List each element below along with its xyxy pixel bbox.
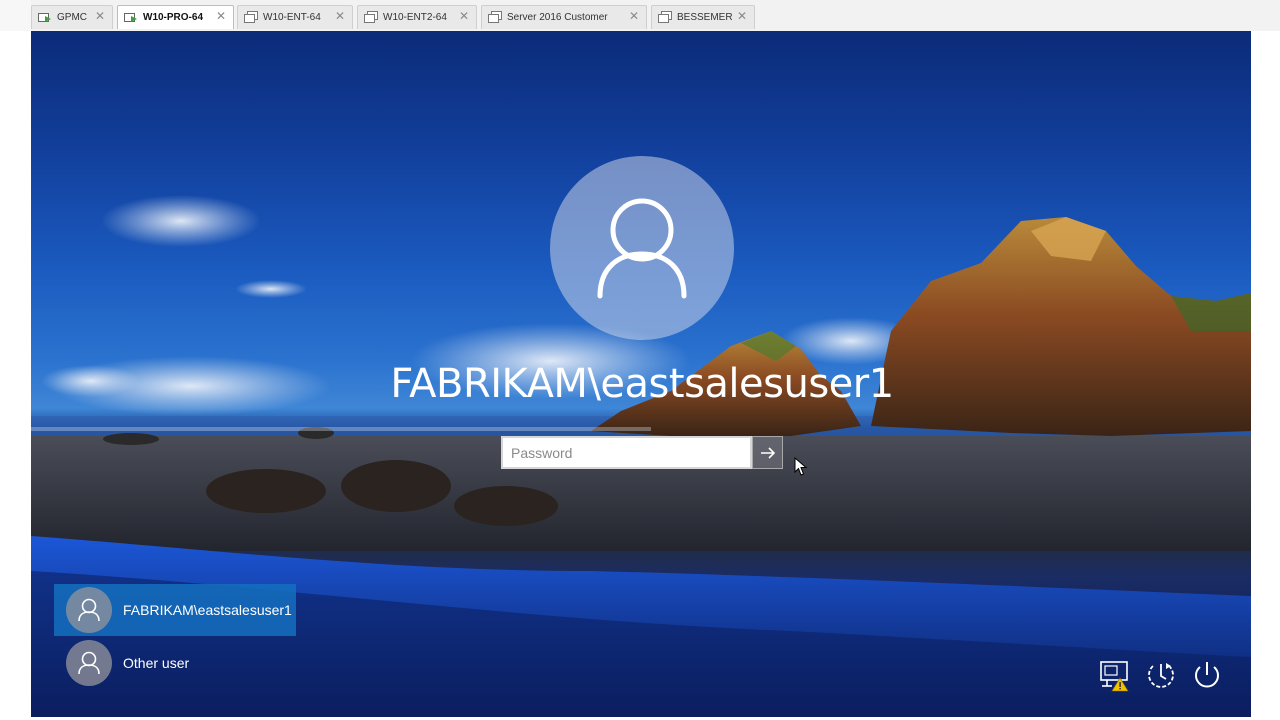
user-list-label: Other user — [123, 655, 190, 671]
vm-running-icon — [124, 13, 137, 22]
vm-running-icon — [38, 13, 51, 22]
power-icon — [1195, 662, 1219, 688]
page-left-margin — [0, 31, 31, 720]
submit-button[interactable] — [752, 436, 783, 469]
tab-label: BESSEMER — [677, 12, 733, 23]
tab-server-2016-customer[interactable]: Server 2016 Customer ✕ — [481, 5, 647, 29]
close-icon[interactable]: ✕ — [215, 10, 227, 22]
page-right-margin — [1251, 31, 1280, 720]
close-icon[interactable]: ✕ — [628, 10, 640, 22]
tab-bar-left-strip — [0, 0, 31, 31]
tab-w10-pro-64[interactable]: W10-PRO-64 ✕ — [117, 5, 234, 29]
mouse-cursor-icon — [794, 457, 808, 476]
windows-sign-in-screen: FABRIKAM\eastsalesuser1 FABRIKAM\eastsal… — [31, 31, 1251, 717]
vm-icon — [488, 11, 502, 23]
person-icon — [78, 598, 100, 622]
network-warning-icon — [1100, 661, 1129, 692]
close-icon[interactable]: ✕ — [736, 10, 748, 22]
signed-in-user-name: FABRIKAM\eastsalesuser1 — [390, 361, 894, 407]
tab-w10-ent2-64[interactable]: W10-ENT2-64 ✕ — [357, 5, 477, 29]
close-icon[interactable]: ✕ — [334, 10, 346, 22]
tab-w10-ent-64[interactable]: W10-ENT-64 ✕ — [237, 5, 353, 29]
ease-of-access-button[interactable] — [1144, 658, 1178, 692]
vm-icon — [364, 11, 378, 23]
vm-icon — [244, 11, 258, 23]
tab-label: W10-ENT-64 — [263, 12, 321, 23]
person-icon — [597, 198, 687, 299]
tab-label: GPMC — [57, 12, 87, 23]
person-icon — [78, 651, 100, 675]
password-box — [501, 436, 783, 469]
tab-gpmc[interactable]: GPMC ✕ — [31, 5, 113, 29]
power-button[interactable] — [1190, 658, 1224, 692]
network-button[interactable] — [1097, 658, 1131, 692]
arrow-right-icon — [761, 447, 776, 459]
user-avatar-small — [66, 640, 112, 686]
user-list-item-other-user[interactable]: Other user — [54, 637, 296, 689]
vm-tab-bar: GPMC ✕ W10-PRO-64 ✕ W10-ENT-64 ✕ W10-ENT… — [0, 0, 1280, 31]
user-list-item-current[interactable]: FABRIKAM\eastsalesuser1 — [54, 584, 296, 636]
tab-label: W10-ENT2-64 — [383, 12, 447, 23]
user-list-label: FABRIKAM\eastsalesuser1 — [123, 602, 292, 618]
close-icon[interactable]: ✕ — [458, 10, 470, 22]
tab-label: Server 2016 Customer — [507, 12, 608, 23]
user-avatar-small — [66, 587, 112, 633]
tab-label: W10-PRO-64 — [143, 12, 204, 23]
tab-bessemer[interactable]: BESSEMER ✕ — [651, 5, 755, 29]
close-icon[interactable]: ✕ — [94, 10, 106, 22]
password-input[interactable] — [501, 436, 752, 469]
user-avatar — [550, 156, 734, 340]
ease-of-access-icon — [1148, 663, 1174, 688]
vm-icon — [658, 11, 672, 23]
